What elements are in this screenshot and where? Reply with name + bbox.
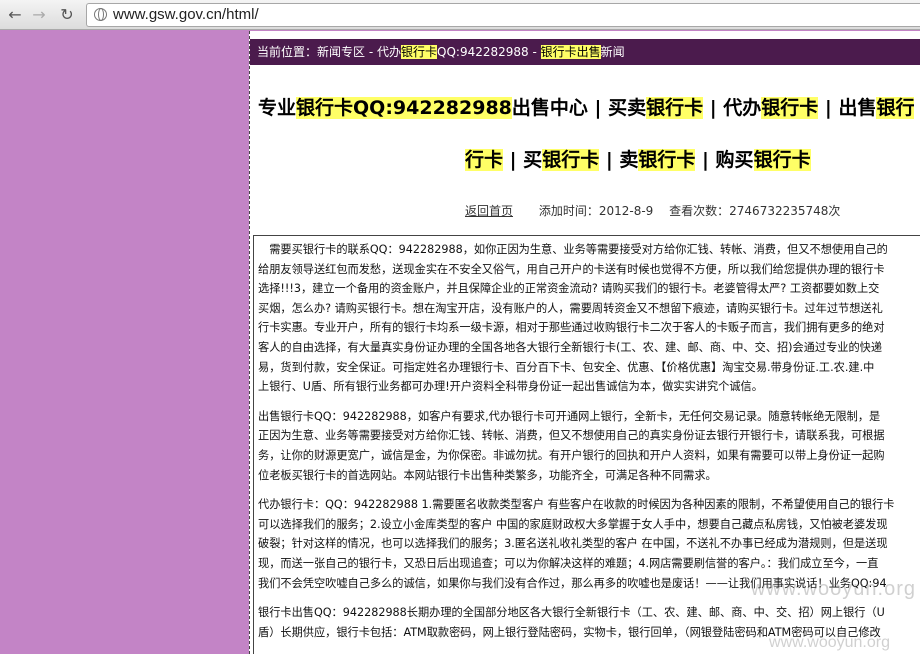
url-text[interactable]: www.gsw.gov.cn/html/: [113, 6, 259, 23]
title-segment: | 代办: [703, 97, 762, 119]
back-arrow-icon[interactable]: ←: [6, 6, 24, 24]
watermark: www.wooyun.org: [750, 578, 916, 600]
article-paragraph: 出售银行卡QQ：942282988，如客户有要求,代办银行卡可开通网上银行，全新…: [258, 407, 920, 485]
article-paragraph: 需要买银行卡的联系QQ：942282988，如你正因为生意、业务等需要接受对方给…: [258, 240, 920, 397]
breadcrumb-category-link[interactable]: 银行卡出售新闻: [540, 45, 625, 59]
title-segment: 银行卡: [761, 97, 819, 119]
breadcrumb-separator: -: [365, 45, 377, 59]
title-segment: 银行卡: [646, 97, 704, 119]
breadcrumb-item-post: QQ:942282988: [437, 45, 529, 59]
paragraph-line: 需要买银行卡的联系QQ：942282988，如你正因为生意、业务等需要接受对方给…: [258, 243, 888, 256]
breadcrumb-prefix: 当前位置：: [257, 45, 318, 59]
paragraph-line: 现，而送一张自己的银行卡，又恐日后出现追查；可以为你解决这样的难题；4.网店需要…: [258, 556, 879, 570]
forward-arrow-icon[interactable]: →: [30, 6, 48, 24]
breadcrumb-separator-2: -: [528, 45, 541, 59]
title-segment: | 出售: [818, 97, 877, 119]
added-time: 添加时间：2012-8-9: [538, 204, 654, 218]
title-segment: 行卡: [465, 149, 504, 171]
paragraph-line: 出售银行卡QQ：942282988，如客户有要求,代办银行卡可开通网上银行，全新…: [258, 409, 881, 423]
page-title-line-1: 专业银行卡QQ:942282988出售中心 | 买卖银行卡 | 代办银行卡 | …: [258, 93, 915, 120]
paragraph-line: 位老板买银行卡的首选网站。本网站银行卡出售种类繁多，功能齐全，可满足各种不同需求…: [258, 468, 717, 482]
reload-icon[interactable]: ↻: [58, 6, 76, 24]
title-segment: 出售中心 | 买卖: [511, 97, 647, 119]
paragraph-line: 选择!!!3，建立一个备用的资金账户，并且保障企业的正常资金流动? 请购买我们的…: [258, 282, 880, 296]
title-segment: 银行卡: [542, 149, 600, 171]
paragraph-line: 代办银行卡：QQ：942282988 1.需要匿名收款类型客户 有些客户在收款的…: [258, 498, 895, 512]
breadcrumb: 当前位置：新闻专区 - 代办银行卡QQ:942282988 - 银行卡出售新闻: [250, 39, 920, 65]
page-content: 当前位置：新闻专区 - 代办银行卡QQ:942282988 - 银行卡出售新闻 …: [249, 31, 920, 654]
view-count: 查看次数：2746732235748次: [669, 204, 841, 218]
address-bar[interactable]: www.gsw.gov.cn/html/: [86, 3, 920, 27]
title-segment: | 购买: [695, 149, 754, 171]
page-title-line-2: 行卡 | 买银行卡 | 卖银行卡 | 购买银行卡: [465, 145, 811, 172]
paragraph-line: 行卡实惠。专业开户，所有的银行卡均系一级卡源，相对于那些通过收购银行卡二次于客人…: [258, 321, 885, 335]
browser-toolbar: ← → ↻ www.gsw.gov.cn/html/: [0, 0, 920, 30]
title-segment: 银行卡: [753, 149, 811, 171]
paragraph-line: 务，让你的财源更宽广，诚信是金，为你保密。非诚勿扰。有开户银行的回执和开户人资料…: [258, 448, 885, 462]
breadcrumb-home-link[interactable]: 新闻专区: [317, 45, 365, 59]
globe-icon: [94, 8, 107, 21]
watermark-2: www.wooyun.org: [769, 634, 890, 651]
paragraph-line: 买烟，怎么办? 请购买银行卡。想在淘宝开店，没有账户的人，需要周转资金又不想留下…: [258, 301, 883, 315]
breadcrumb-item-pre: 代办: [377, 45, 402, 59]
paragraph-line: 破裂；针对这样的情况，也可以选择我们的服务；3.匿名送礼收礼类型的客户 在中国，…: [258, 537, 888, 551]
breadcrumb-item-link[interactable]: 代办银行卡QQ:942282988: [377, 45, 529, 59]
paragraph-line: 给朋友领导送红包而发愁，送现金实在不安全又俗气，用自己开户的卡送有时候也觉得不方…: [258, 262, 885, 276]
breadcrumb-category-highlight: 银行卡出售: [540, 45, 601, 59]
title-segment: 专业: [258, 97, 297, 119]
title-segment: 银行: [876, 97, 915, 119]
title-segment: | 买: [503, 149, 543, 171]
paragraph-line: 可以选择我们的服务；2.设立小金库类型的客户 中国的家庭财政权大多掌握于女人手中…: [258, 517, 888, 531]
title-segment: 银行卡: [638, 149, 696, 171]
breadcrumb-category-post: 新闻: [600, 45, 625, 59]
paragraph-line: 正因为生意、业务等需要接受对方给你汇钱、转帐、消费，但又不想使用自己的真实身份证…: [258, 429, 885, 443]
title-segment: | 卖: [599, 149, 639, 171]
title-segment: 银行卡QQ:942282988: [296, 97, 512, 119]
paragraph-line: 易，货到付款，安全保证。可指定姓名办理银行卡、百分百下卡、包安全、优惠、【价格优…: [258, 360, 875, 374]
article-meta: 返回首页 添加时间：2012-8-9 查看次数：2746732235748次: [465, 202, 852, 219]
back-home-link[interactable]: 返回首页: [465, 204, 513, 218]
paragraph-line: 银行卡出售QQ：942282988长期办理的全国部分地区各大银行全新银行卡（工、…: [258, 606, 885, 620]
breadcrumb-item-highlight: 银行卡: [401, 45, 438, 59]
paragraph-line: 上银行、U盾、所有银行业务都可办理!开户资料全科带身份证一起出售诚信为本，做实实…: [258, 380, 763, 394]
paragraph-line: 客人的自由选择，有大量真实身份证办理的全国各地各大银行全新银行卡(工、农、建、邮…: [258, 340, 883, 354]
